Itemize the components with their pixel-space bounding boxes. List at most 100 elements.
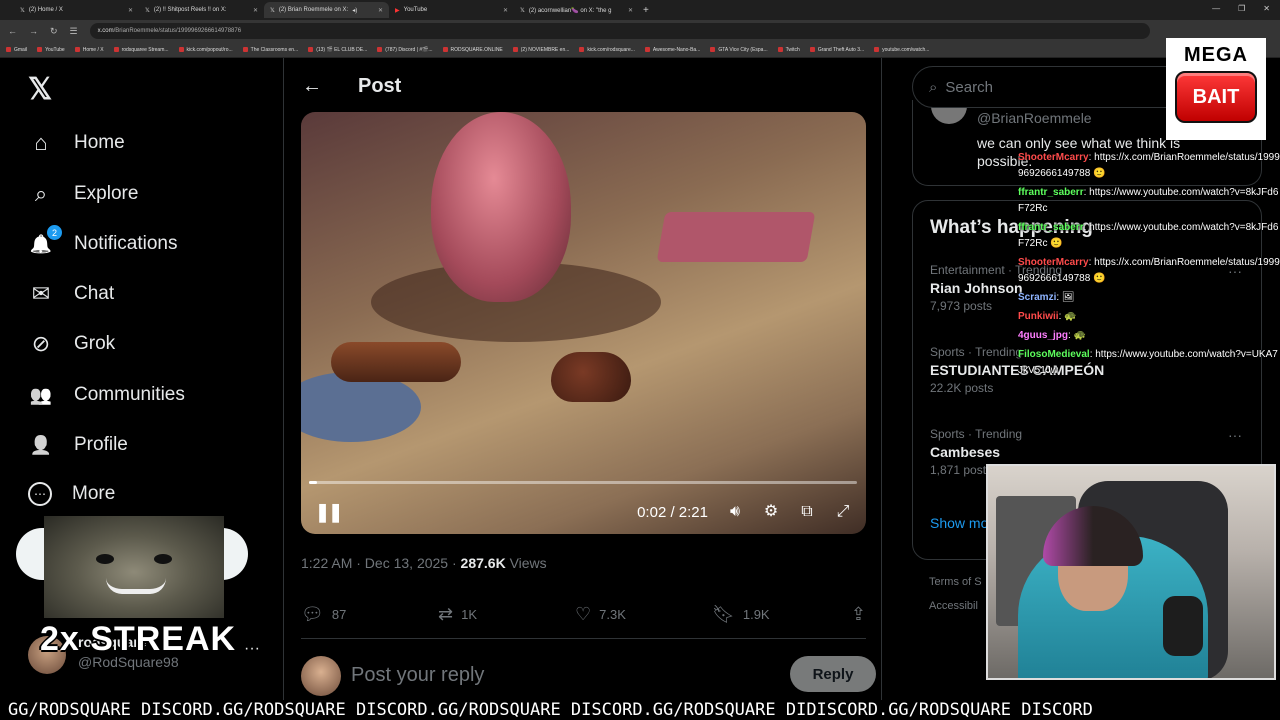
- browser-tab[interactable]: 𝕏 (2) Home / X ✕: [14, 2, 139, 18]
- chat-user: ShooterMcarry: [1018, 152, 1089, 163]
- bookmark[interactable]: GTA Vice City (Espa...: [710, 47, 767, 53]
- reload-icon[interactable]: ↻: [50, 26, 58, 37]
- reply-composer: Post your reply Reply: [301, 656, 876, 700]
- browser-tab[interactable]: 𝕏 (2) ‼ Shitpost Reels ‼ on X: ✕: [139, 2, 264, 18]
- more-dots-icon[interactable]: ···: [1228, 427, 1242, 443]
- nav-notifications[interactable]: 🔔 2 Notifications: [28, 225, 178, 257]
- browser-tab[interactable]: ▶ YouTube ✕: [389, 2, 514, 18]
- close-tab-icon[interactable]: ✕: [128, 7, 133, 14]
- address-bar[interactable]: x.com/BrianRoemmele/status/1999969266614…: [89, 23, 1150, 39]
- bookmark[interactable]: kick.com/popout/ro...: [179, 47, 233, 53]
- pause-icon[interactable]: ❚❚: [315, 502, 343, 523]
- bookmark[interactable]: rodsquaree Stream...: [114, 47, 169, 53]
- x-favicon-icon: 𝕏: [270, 7, 275, 14]
- bookmark[interactable]: RODSQUARE.ONLINE: [443, 47, 503, 53]
- video-player[interactable]: ❚❚ 0:02 / 2:21 🔊︎ ⚙ ⧉ ⤢: [301, 112, 866, 534]
- nav-label: Grok: [74, 333, 116, 354]
- cat-eye: [154, 554, 172, 564]
- minimize-icon[interactable]: —: [1212, 4, 1220, 13]
- search-placeholder: Search: [945, 78, 993, 96]
- chat-message: ffrantr_saberr: https://www.youtube.com/…: [1018, 222, 1279, 249]
- author-handle[interactable]: @BrianRoemmele: [977, 110, 1092, 126]
- video-scene-pipe: [331, 342, 461, 382]
- bookmark[interactable]: youtube.com/watch...: [874, 47, 929, 53]
- mega-label: MEGA: [1184, 44, 1248, 66]
- nav-communities[interactable]: 👥 Communities: [28, 382, 185, 408]
- bookmark[interactable]: Home / X: [75, 47, 104, 53]
- bookmark[interactable]: The Classrooms en...: [243, 47, 299, 53]
- volume-icon[interactable]: 🔊︎: [726, 503, 744, 521]
- nav-profile[interactable]: 👤 Profile: [28, 432, 128, 458]
- post-actions: 💬︎ 87 ⇄ 1K ♡ 7.3K 🔖︎ 1.9K ⇪: [301, 604, 866, 625]
- audio-icon[interactable]: ◂): [352, 7, 357, 14]
- video-controls: ❚❚ 0:02 / 2:21 🔊︎ ⚙ ⧉ ⤢: [301, 492, 866, 532]
- browser-tab[interactable]: 𝕏 (2) acornwellian🍆 on X: "the g ✕: [514, 2, 639, 18]
- bookmark[interactable]: (13) 🎬 EL CLUB DE...: [308, 47, 367, 53]
- chat-message: ffrantr_saberr: https://www.youtube.com/…: [1018, 187, 1279, 214]
- x-logo-icon[interactable]: 𝕏: [28, 72, 52, 107]
- browser-tab-active[interactable]: 𝕏 (2) Brian Roemmele on X: ◂) ✕: [264, 2, 389, 18]
- communities-icon: 👥: [29, 384, 53, 405]
- like-action[interactable]: ♡ 7.3K: [575, 604, 712, 625]
- close-window-icon[interactable]: ✕: [1263, 4, 1270, 13]
- bookmark[interactable]: (787) Discord | #🎬...: [377, 47, 432, 53]
- views-label: Views: [505, 555, 547, 571]
- discord-ticker: GG/RODSQUARE DISCORD.GG/RODSQUARE DISCOR…: [0, 700, 1280, 720]
- nav-label: Home: [74, 132, 125, 153]
- streak-overlay: 2x STREAK: [40, 620, 237, 658]
- video-scene-vase: [431, 112, 571, 302]
- chat-message: Scramzi: 🖼: [1018, 292, 1075, 303]
- close-tab-icon[interactable]: ✕: [253, 7, 258, 14]
- x-favicon-icon: 𝕏: [145, 7, 150, 14]
- share-action[interactable]: ⇪: [851, 604, 866, 625]
- bookmark[interactable]: Gmail: [6, 47, 27, 53]
- post-timestamp[interactable]: 1:22 AM · Dec 13, 2025 ·: [301, 555, 461, 571]
- close-tab-icon[interactable]: ✕: [378, 7, 383, 14]
- repost-action[interactable]: ⇄ 1K: [438, 604, 575, 625]
- maximize-icon[interactable]: ❐: [1238, 4, 1245, 13]
- youtube-favicon-icon: ▶: [395, 7, 400, 14]
- like-count: 7.3K: [599, 607, 626, 622]
- tab-title: (2) Home / X: [28, 7, 63, 13]
- footer-link[interactable]: Accessibil: [929, 594, 982, 618]
- nav-chat[interactable]: ✉ Chat: [28, 281, 114, 307]
- reply-action[interactable]: 💬︎ 87: [301, 604, 438, 625]
- mega-bait-overlay: MEGA BAIT: [1166, 38, 1266, 140]
- webcam-overlay: [986, 464, 1276, 680]
- bookmark[interactable]: Twitch: [778, 47, 800, 53]
- more-dots-icon[interactable]: ···: [244, 640, 260, 658]
- tab-title: YouTube: [403, 7, 428, 13]
- settings-gear-icon[interactable]: ⚙: [762, 503, 780, 521]
- bookmark[interactable]: Grand Theft Auto 3...: [810, 47, 864, 53]
- bookmark[interactable]: Awesome-Nano-Ba...: [645, 47, 700, 53]
- bookmark-action[interactable]: 🔖︎ 1.9K: [712, 604, 849, 625]
- back-nav-icon[interactable]: ←: [8, 26, 17, 36]
- close-tab-icon[interactable]: ✕: [503, 7, 508, 14]
- forward-nav-icon[interactable]: →: [29, 26, 38, 36]
- stream-chat-overlay: ShooterMcarry: https://x.com/BrianRoemme…: [1018, 150, 1280, 382]
- site-info-icon[interactable]: ☰: [70, 26, 78, 37]
- new-tab-icon[interactable]: +: [643, 5, 649, 16]
- nav-more[interactable]: ⋯ More: [28, 482, 115, 506]
- nav-home[interactable]: ⌂ Home: [28, 130, 125, 156]
- bookmark[interactable]: kick.com/rodsquare...: [579, 47, 635, 53]
- nav-explore[interactable]: ⌕ Explore: [28, 181, 139, 207]
- reply-button[interactable]: Reply: [790, 656, 876, 692]
- chat-text: 🐢: [1064, 311, 1077, 322]
- browser-tab-bar: 𝕏 (2) Home / X ✕ 𝕏 (2) ‼ Shitpost Reels ‼ o…: [0, 0, 1280, 20]
- picture-in-picture-icon[interactable]: ⧉: [798, 503, 816, 521]
- chat-message: ShooterMcarry: https://x.com/BrianRoemme…: [1018, 257, 1280, 284]
- back-arrow-icon[interactable]: ←: [302, 75, 322, 98]
- x-favicon-icon: 𝕏: [20, 7, 25, 14]
- footer-link[interactable]: Terms of S: [929, 570, 982, 594]
- heart-icon: ♡: [575, 604, 592, 624]
- fullscreen-icon[interactable]: ⤢: [834, 503, 852, 521]
- reply-input[interactable]: Post your reply: [351, 664, 484, 687]
- bookmark[interactable]: (2) NOVIEMBRE en...: [513, 47, 570, 53]
- bookmark[interactable]: YouTube: [37, 47, 65, 53]
- chat-message: FilosoMedieval: https://www.youtube.com/…: [1018, 349, 1278, 376]
- chat-user: ffrantr_saberr: [1018, 222, 1084, 233]
- nav-grok[interactable]: ⊘ Grok: [28, 331, 115, 357]
- video-progress-bar[interactable]: [309, 481, 857, 484]
- close-tab-icon[interactable]: ✕: [628, 7, 633, 14]
